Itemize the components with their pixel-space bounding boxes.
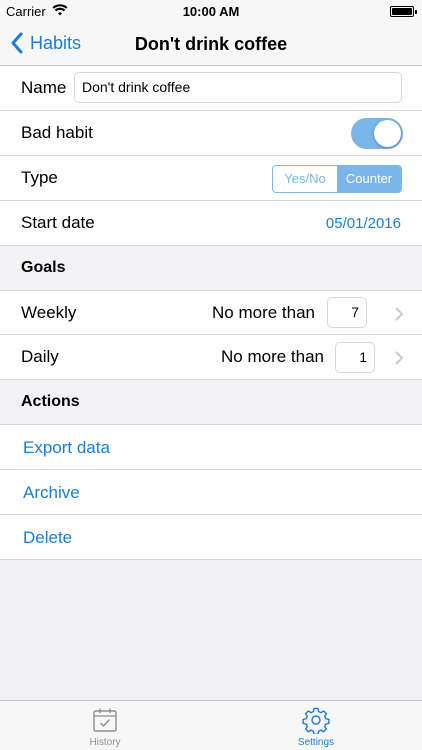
chevron-right-icon xyxy=(395,351,403,365)
delete-button[interactable]: Delete xyxy=(23,528,72,548)
type-option-yes-no[interactable]: Yes/No xyxy=(273,166,337,192)
calendar-check-icon xyxy=(93,708,117,732)
actions-header: Actions xyxy=(21,393,80,410)
chevron-right-icon xyxy=(395,307,403,321)
battery-icon xyxy=(390,6,417,17)
delete-row[interactable]: Delete xyxy=(0,515,422,560)
weekly-goal-row[interactable]: Weekly No more than 7 xyxy=(0,291,422,335)
actions-section-header: Actions xyxy=(0,380,422,425)
type-row: Type Yes/No Counter xyxy=(0,156,422,201)
start-date-label: Start date xyxy=(21,213,95,232)
start-date-value[interactable]: 05/01/2016 xyxy=(326,215,401,232)
status-time: 10:00 AM xyxy=(182,4,240,19)
toggle-knob xyxy=(374,120,401,147)
tab-bar: History Settings xyxy=(0,700,422,750)
daily-value-field[interactable]: 1 xyxy=(335,342,375,373)
weekly-label: Weekly xyxy=(21,303,77,322)
archive-button[interactable]: Archive xyxy=(23,483,80,503)
bad-habit-toggle[interactable] xyxy=(351,118,403,149)
name-input[interactable]: Don't drink coffee xyxy=(74,72,402,103)
weekly-value-field[interactable]: 7 xyxy=(327,297,367,328)
status-bar: Carrier 10:00 AM xyxy=(0,0,422,22)
daily-goal-row[interactable]: Daily No more than 1 xyxy=(0,335,422,380)
export-data-row[interactable]: Export data xyxy=(0,425,422,470)
weekly-qualifier: No more than xyxy=(212,303,315,322)
goals-section-header: Goals xyxy=(0,246,422,291)
daily-qualifier: No more than xyxy=(221,347,324,366)
daily-label: Daily xyxy=(21,347,59,366)
gear-icon xyxy=(302,707,330,734)
tab-history[interactable]: History xyxy=(55,706,155,748)
navigation-bar: Habits Don't drink coffee xyxy=(0,22,422,66)
type-segmented-control: Yes/No Counter xyxy=(272,165,402,193)
archive-row[interactable]: Archive xyxy=(0,470,422,515)
page-title: Don't drink coffee xyxy=(134,34,288,54)
export-data-button[interactable]: Export data xyxy=(23,438,110,458)
tab-history-label: History xyxy=(89,737,121,748)
bad-habit-label: Bad habit xyxy=(21,123,93,142)
type-label: Type xyxy=(21,168,58,187)
tab-settings-label: Settings xyxy=(297,737,335,748)
type-option-counter[interactable]: Counter xyxy=(337,166,401,192)
tab-settings[interactable]: Settings xyxy=(266,706,366,748)
name-row: Name Don't drink coffee xyxy=(0,66,422,111)
start-date-row[interactable]: Start date 05/01/2016 xyxy=(0,201,422,246)
goals-header: Goals xyxy=(21,259,66,276)
name-label: Name xyxy=(21,78,67,97)
bad-habit-row: Bad habit xyxy=(0,111,422,156)
